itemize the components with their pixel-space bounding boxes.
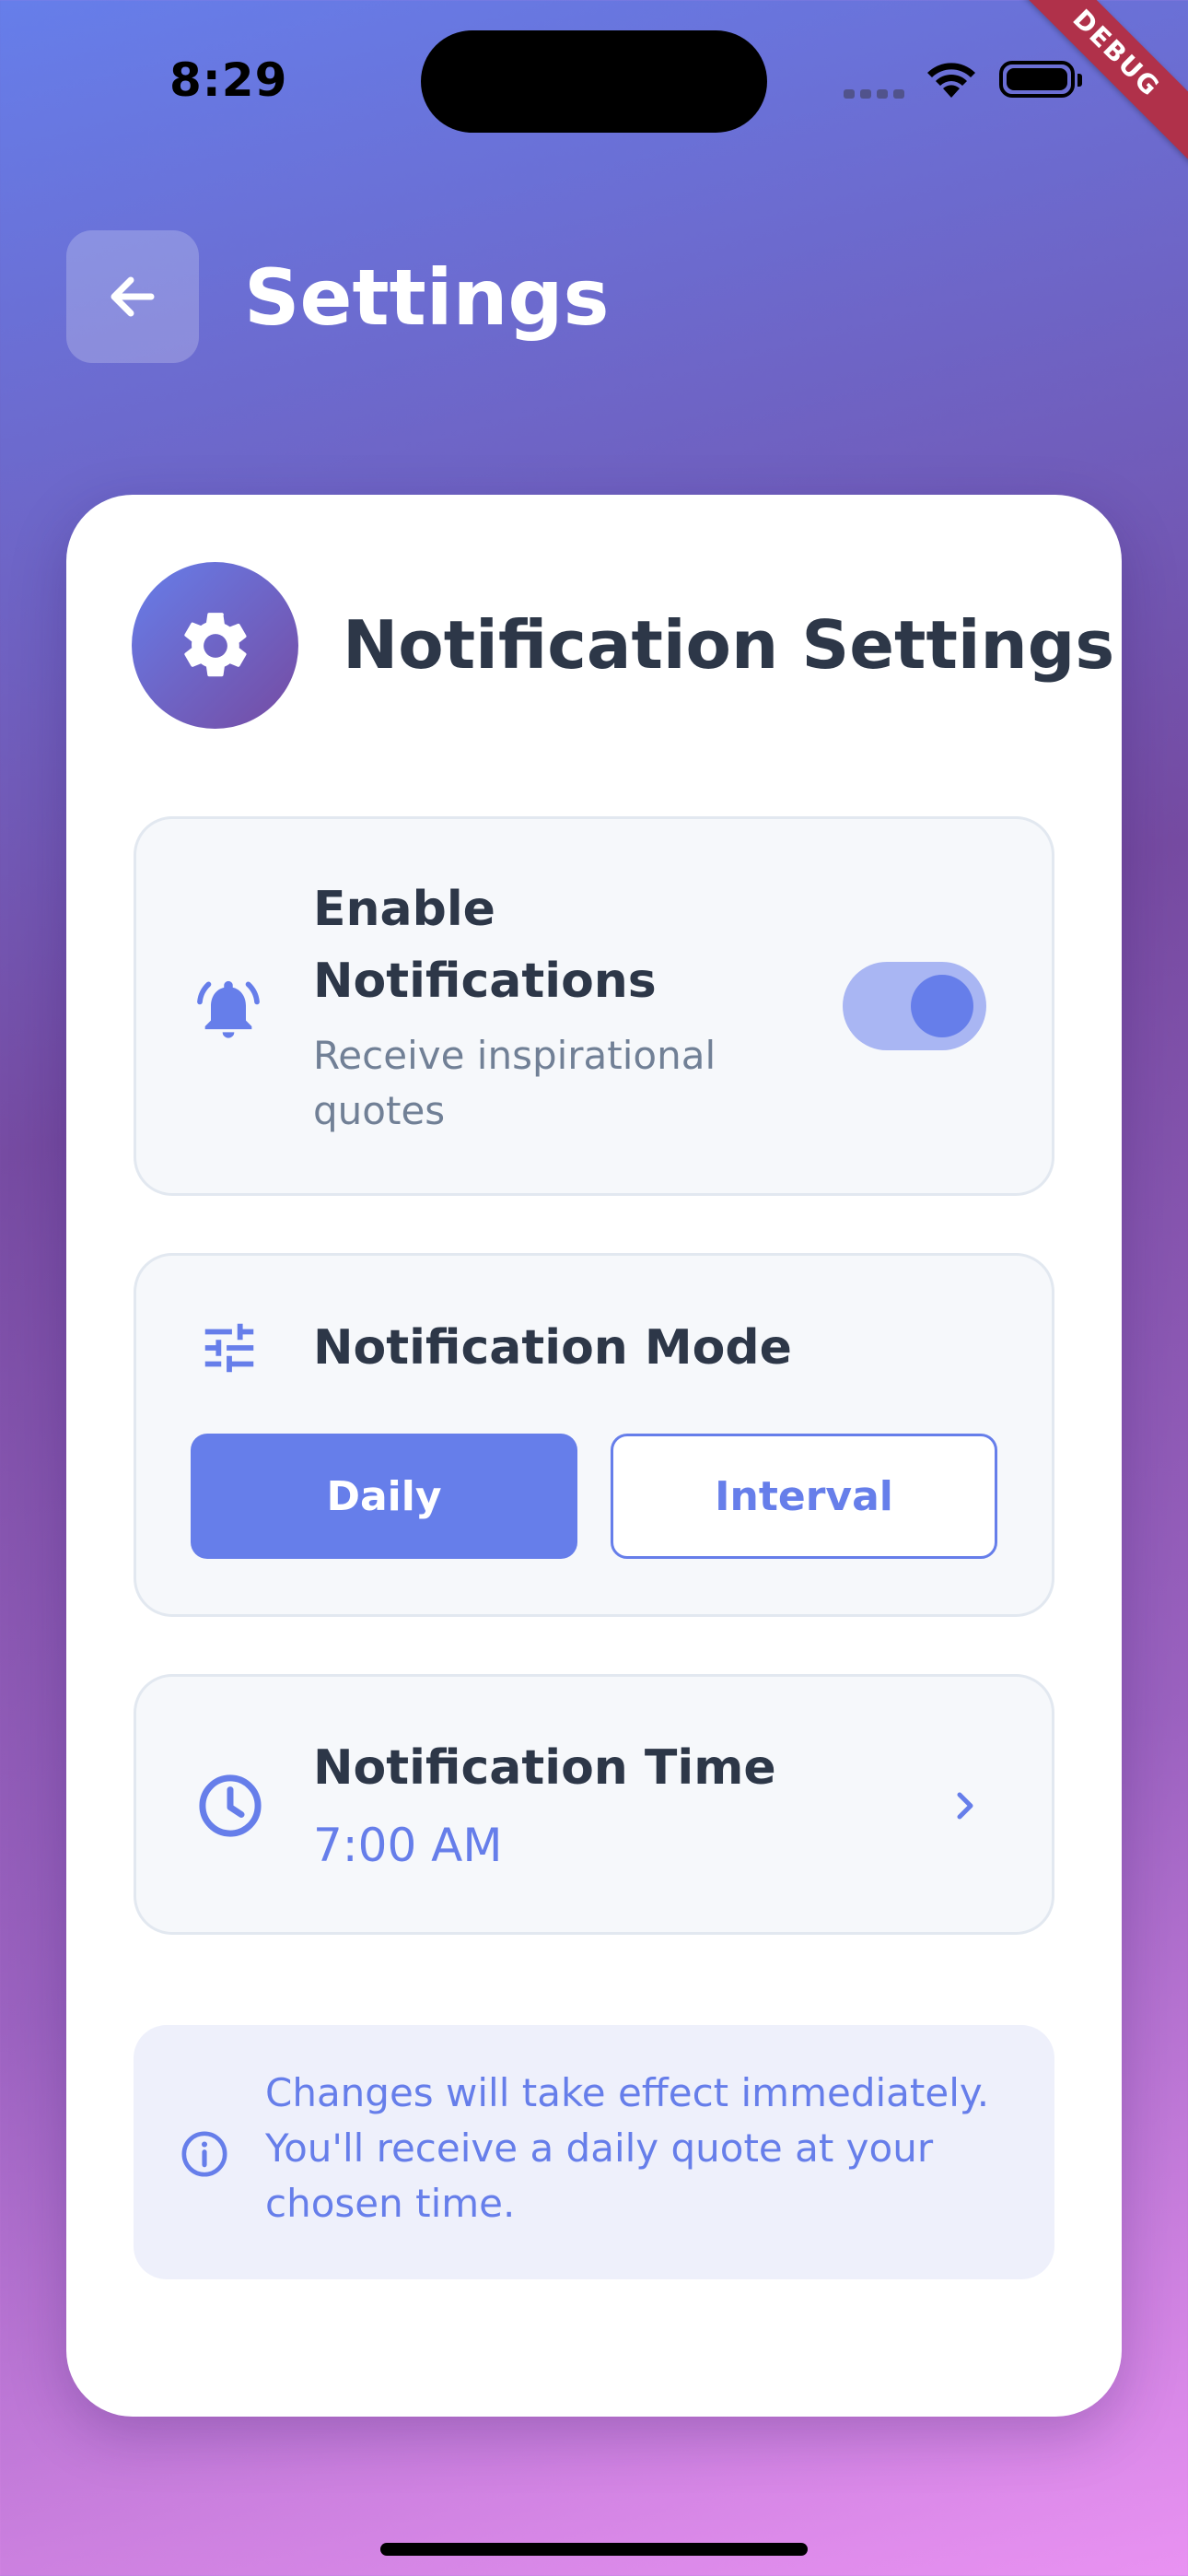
wifi-icon bbox=[923, 57, 980, 103]
enable-notifications-title: Enable Notifications bbox=[313, 882, 657, 1009]
notifications-toggle[interactable] bbox=[843, 962, 986, 1050]
notification-time-title: Notification Time bbox=[313, 1740, 776, 1796]
chevron-right-icon[interactable] bbox=[947, 1787, 984, 1824]
notification-time-panel[interactable] bbox=[134, 1674, 1054, 1935]
info-icon bbox=[177, 2126, 232, 2182]
notification-mode-title: Notification Mode bbox=[313, 1320, 792, 1376]
gear-icon bbox=[183, 612, 247, 676]
dynamic-island bbox=[421, 30, 767, 133]
toggle-knob bbox=[911, 975, 973, 1037]
mode-interval-button[interactable]: Interval bbox=[611, 1434, 997, 1559]
notification-time-value: 7:00 AM bbox=[313, 1819, 503, 1872]
enable-notifications-subtitle: Receive inspirational quotes bbox=[313, 1033, 716, 1133]
clock-icon bbox=[192, 1767, 269, 1844]
back-button[interactable] bbox=[66, 230, 199, 363]
cellular-signal-icon bbox=[844, 85, 910, 102]
status-time: 8:29 bbox=[169, 53, 288, 107]
sliders-icon bbox=[195, 1314, 263, 1382]
home-indicator[interactable] bbox=[380, 2543, 808, 2556]
mode-daily-button[interactable]: Daily bbox=[191, 1434, 577, 1559]
arrow-left-icon bbox=[111, 276, 155, 317]
card-title: Notification Settings bbox=[343, 606, 1115, 684]
page-title: Settings bbox=[244, 252, 610, 343]
bell-icon bbox=[192, 972, 265, 1046]
battery-icon bbox=[999, 61, 1082, 98]
card-icon-circle bbox=[132, 562, 298, 729]
info-text: Changes will take effect immediately. Yo… bbox=[265, 2070, 990, 2226]
